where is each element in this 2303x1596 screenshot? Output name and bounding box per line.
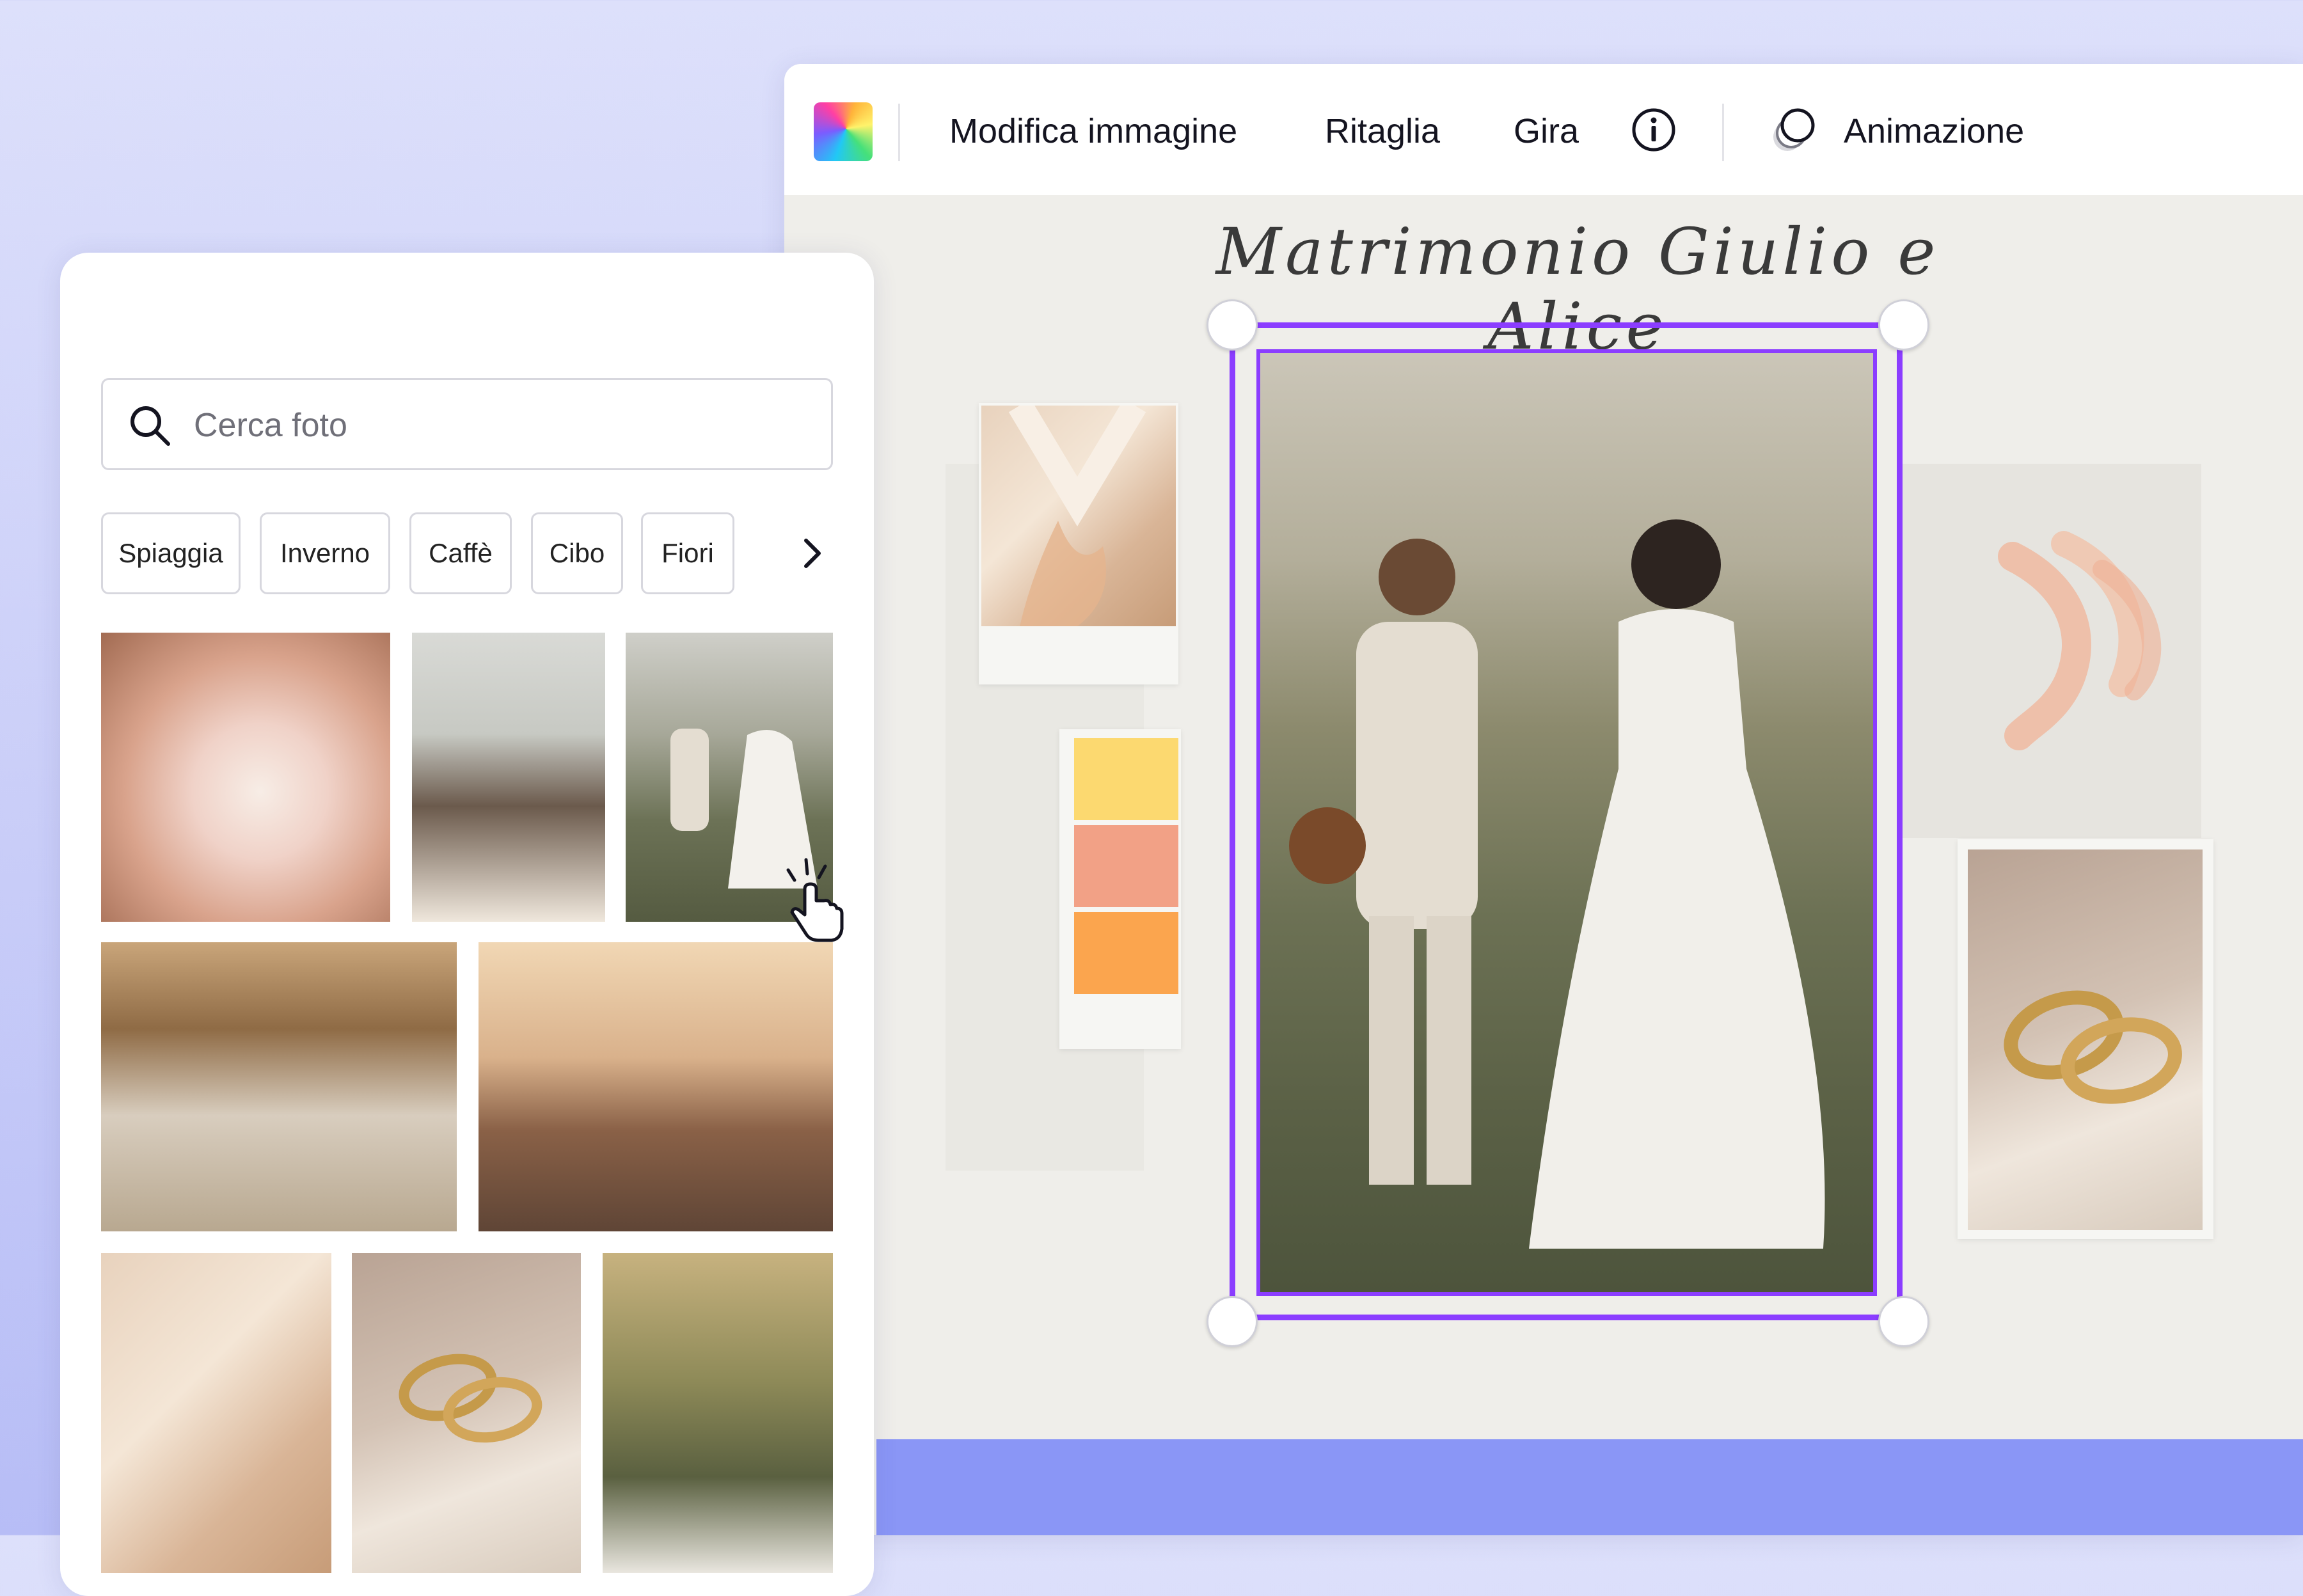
- photos-panel: Spiaggia Inverno Caffè Cibo Fiori: [60, 253, 874, 1596]
- dance-thumbnail[interactable]: [603, 1253, 833, 1573]
- editor-window: Modifica immagine Ritaglia Gira Animazio…: [784, 64, 2303, 1535]
- chip-cibo[interactable]: Cibo: [531, 512, 623, 594]
- selection-frame[interactable]: [1230, 322, 1903, 1320]
- color-palette-card[interactable]: [1059, 729, 1181, 1049]
- rings-thumbnail[interactable]: [352, 1253, 581, 1573]
- sunset-city-thumbnail[interactable]: [479, 942, 833, 1231]
- chip-spiaggia[interactable]: Spiaggia: [101, 512, 241, 594]
- app-logo-icon[interactable]: [814, 102, 873, 161]
- dress-detail-thumbnail[interactable]: [101, 1253, 331, 1573]
- palette-swatch: [1074, 912, 1178, 994]
- resize-handle-top-left[interactable]: [1207, 299, 1258, 351]
- crop-button[interactable]: Ritaglia: [1325, 109, 1440, 154]
- resize-handle-bottom-right[interactable]: [1878, 1296, 1929, 1347]
- toolbar-divider: [898, 104, 900, 161]
- bouquet-thumbnail[interactable]: [101, 633, 390, 922]
- animation-button[interactable]: Animazione: [1844, 109, 2024, 154]
- animation-icon[interactable]: [1769, 106, 1821, 157]
- rotate-button[interactable]: Gira: [1514, 109, 1579, 154]
- palette-swatch: [1074, 825, 1178, 907]
- chevron-right-icon[interactable]: [800, 535, 825, 571]
- edit-image-button[interactable]: Modifica immagine: [949, 109, 1237, 154]
- info-icon[interactable]: [1630, 106, 1677, 154]
- search-box[interactable]: [101, 378, 833, 470]
- polaroid-frame[interactable]: [1958, 839, 2213, 1239]
- rings-photo[interactable]: [1968, 849, 2203, 1230]
- resize-handle-top-right[interactable]: [1878, 299, 1929, 351]
- bottom-bar: [876, 1439, 2303, 1535]
- polaroid-frame[interactable]: [979, 403, 1178, 684]
- search-input[interactable]: [193, 397, 809, 454]
- brush-stroke-image[interactable]: [1974, 531, 2179, 761]
- toolbar-divider: [1722, 104, 1724, 161]
- dress-detail-photo[interactable]: [981, 406, 1176, 626]
- kiss-thumbnail[interactable]: [412, 633, 605, 922]
- palette-swatch: [1074, 738, 1178, 820]
- resize-handle-bottom-left[interactable]: [1207, 1296, 1258, 1347]
- chip-caffe[interactable]: Caffè: [409, 512, 512, 594]
- search-icon: [131, 406, 170, 446]
- venue-thumbnail[interactable]: [101, 942, 457, 1231]
- chip-inverno[interactable]: Inverno: [260, 512, 390, 594]
- toolbar: Modifica immagine Ritaglia Gira Animazio…: [784, 64, 2303, 195]
- chip-fiori[interactable]: Fiori: [641, 512, 734, 594]
- hand-pointer-icon: [786, 858, 844, 942]
